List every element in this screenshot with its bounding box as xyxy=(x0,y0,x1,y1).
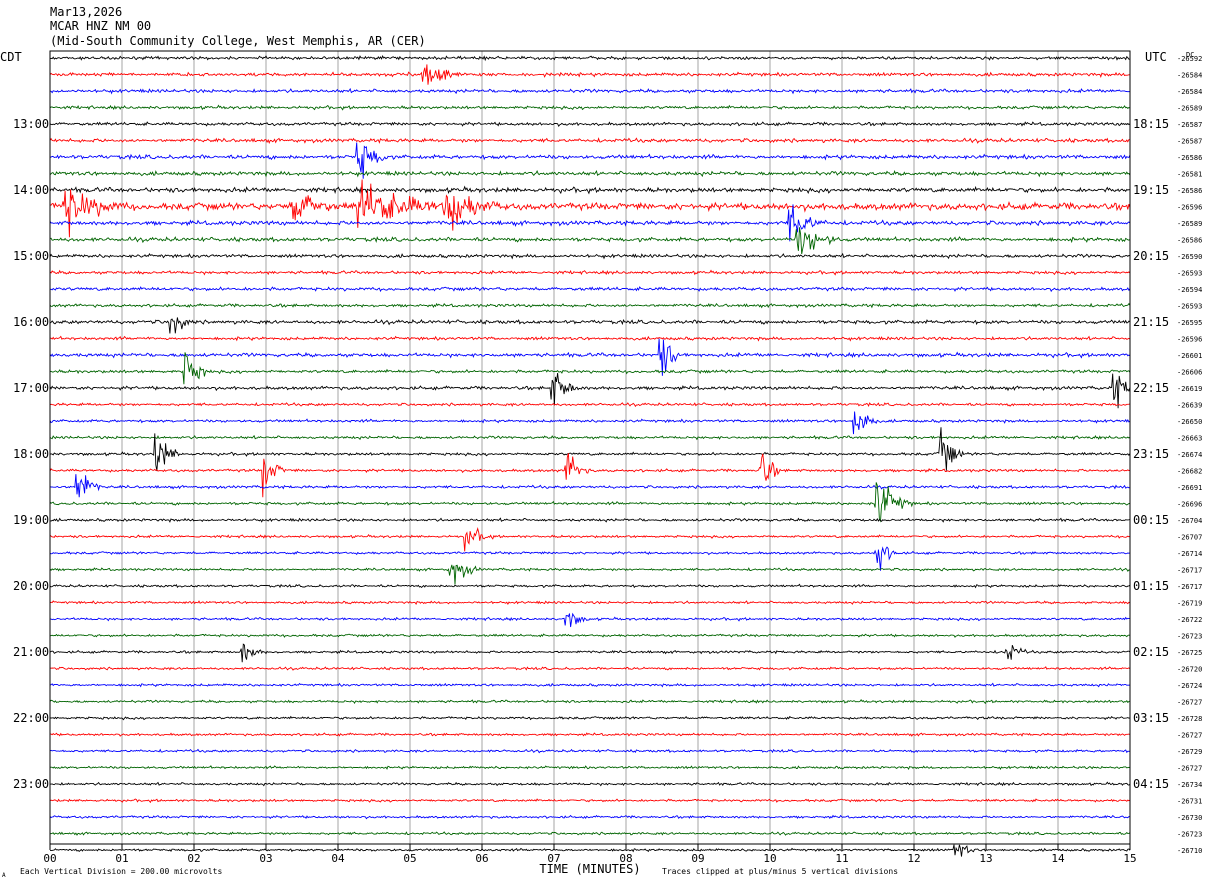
right-timezone-label: UTC xyxy=(1145,50,1167,64)
dc-offset-label: -26696 xyxy=(1177,501,1202,509)
dc-offset-label: -26584 xyxy=(1177,88,1202,96)
dc-offset-label: -26650 xyxy=(1177,418,1202,426)
dc-offset-label: -26593 xyxy=(1177,303,1202,311)
dc-offset-labels: -26592 -26584 -26584 -26589 -26587 -26587 -265… xyxy=(1177,55,1202,855)
dc-offset-label: -26589 xyxy=(1177,105,1202,113)
header-channel: MCAR HNZ NM 00 xyxy=(50,19,151,33)
header-location: (Mid-South Community College, West Memph… xyxy=(50,34,426,48)
dc-offset-label: -26663 xyxy=(1177,435,1202,443)
dc-offset-label: -26704 xyxy=(1177,517,1202,525)
left-hour-label: 13:00 xyxy=(13,117,49,131)
right-hour-label: 04:15 xyxy=(1133,777,1169,791)
dc-offset-label: -26595 xyxy=(1177,319,1202,327)
left-hour-label: 19:00 xyxy=(13,513,49,527)
dc-offset-label: -26584 xyxy=(1177,72,1202,80)
x-tick-label-03: 03 xyxy=(259,852,272,865)
dc-offset-label: -26728 xyxy=(1177,715,1202,723)
left-timezone-label: CDT xyxy=(0,50,22,64)
dc-offset-label: -26593 xyxy=(1177,270,1202,278)
dc-offset-label: -26606 xyxy=(1177,369,1202,377)
left-hour-label: 22:00 xyxy=(13,711,49,725)
x-tick-label-09: 09 xyxy=(691,852,704,865)
right-hour-label: 19:15 xyxy=(1133,183,1169,197)
left-hour-label: 18:00 xyxy=(13,447,49,461)
dc-offset-label: -26596 xyxy=(1177,204,1202,212)
dc-offset-label: -26639 xyxy=(1177,402,1202,410)
footer-mark: A xyxy=(2,872,6,879)
dc-offset-label: -26729 xyxy=(1177,748,1202,756)
right-hour-label: 20:15 xyxy=(1133,249,1169,263)
x-tick-label-10: 10 xyxy=(763,852,776,865)
right-hour-label: 18:15 xyxy=(1133,117,1169,131)
dc-offset-label: -26707 xyxy=(1177,534,1202,542)
dc-offset-label: -26589 xyxy=(1177,220,1202,228)
left-hour-label: 15:00 xyxy=(13,249,49,263)
left-hour-label: 21:00 xyxy=(13,645,49,659)
left-hour-label: 20:00 xyxy=(13,579,49,593)
dc-offset-label: -26592 xyxy=(1177,55,1202,63)
background xyxy=(0,0,1210,886)
dc-offset-label: -26717 xyxy=(1177,583,1202,591)
dc-offset-label: -26619 xyxy=(1177,385,1202,393)
dc-offset-label: -26724 xyxy=(1177,682,1202,690)
dc-offset-label: -26581 xyxy=(1177,171,1202,179)
footer-scale-note: Each Vertical Division = 200.00 microvol… xyxy=(20,867,222,876)
x-tick-label-13: 13 xyxy=(979,852,992,865)
dc-offset-label: -26691 xyxy=(1177,484,1202,492)
dc-offset-label: -26722 xyxy=(1177,616,1202,624)
right-hour-label: 01:15 xyxy=(1133,579,1169,593)
right-hour-label: 22:15 xyxy=(1133,381,1169,395)
dc-offset-label: -26590 xyxy=(1177,253,1202,261)
dc-offset-label: -26682 xyxy=(1177,468,1202,476)
dc-offset-label: -26734 xyxy=(1177,781,1202,789)
x-tick-label-14: 14 xyxy=(1051,852,1065,865)
x-tick-label-02: 02 xyxy=(187,852,200,865)
x-tick-label-01: 01 xyxy=(115,852,128,865)
dc-offset-label: -26727 xyxy=(1177,765,1202,773)
dc-offset-label: -26730 xyxy=(1177,814,1202,822)
x-tick-label-04: 04 xyxy=(331,852,345,865)
dc-offset-label: -26723 xyxy=(1177,633,1202,641)
x-tick-label-06: 06 xyxy=(475,852,488,865)
dc-offset-label: -26587 xyxy=(1177,121,1202,129)
dc-offset-label: -26601 xyxy=(1177,352,1202,360)
footer-clip-note: Traces clipped at plus/minus 5 vertical … xyxy=(662,867,898,876)
left-hour-label: 17:00 xyxy=(13,381,49,395)
seismogram-plot: Mar13,2026 MCAR HNZ NM 00 (Mid-South Com… xyxy=(0,0,1210,886)
dc-offset-label: -26596 xyxy=(1177,336,1202,344)
x-tick-label-11: 11 xyxy=(835,852,848,865)
right-hour-label: 23:15 xyxy=(1133,447,1169,461)
left-hour-label: 23:00 xyxy=(13,777,49,791)
right-hour-label: 00:15 xyxy=(1133,513,1169,527)
dc-offset-label: -26586 xyxy=(1177,187,1202,195)
right-hour-label: 02:15 xyxy=(1133,645,1169,659)
x-tick-label-00: 00 xyxy=(43,852,56,865)
dc-offset-label: -26586 xyxy=(1177,237,1202,245)
x-axis-title: TIME (MINUTES) xyxy=(539,862,640,876)
right-hour-label: 21:15 xyxy=(1133,315,1169,329)
left-hour-label: 14:00 xyxy=(13,183,49,197)
x-tick-label-12: 12 xyxy=(907,852,920,865)
dc-offset-label: -26594 xyxy=(1177,286,1202,294)
x-tick-label-15: 15 xyxy=(1123,852,1136,865)
dc-offset-label: -26587 xyxy=(1177,138,1202,146)
dc-offset-label: -26717 xyxy=(1177,567,1202,575)
right-hour-label: 03:15 xyxy=(1133,711,1169,725)
dc-offset-label: -26731 xyxy=(1177,798,1202,806)
x-tick-label-05: 05 xyxy=(403,852,416,865)
dc-offset-label: -26727 xyxy=(1177,732,1202,740)
dc-offset-label: -26719 xyxy=(1177,600,1202,608)
dc-offset-label: -26710 xyxy=(1177,847,1202,855)
dc-offset-label: -26586 xyxy=(1177,154,1202,162)
header-date: Mar13,2026 xyxy=(50,5,122,19)
dc-offset-label: -26674 xyxy=(1177,451,1202,459)
dc-offset-label: -26714 xyxy=(1177,550,1202,558)
dc-offset-label: -26725 xyxy=(1177,649,1202,657)
dc-offset-label: -26723 xyxy=(1177,831,1202,839)
dc-offset-label: -26727 xyxy=(1177,699,1202,707)
left-hour-label: 16:00 xyxy=(13,315,49,329)
dc-offset-label: -26720 xyxy=(1177,666,1202,674)
